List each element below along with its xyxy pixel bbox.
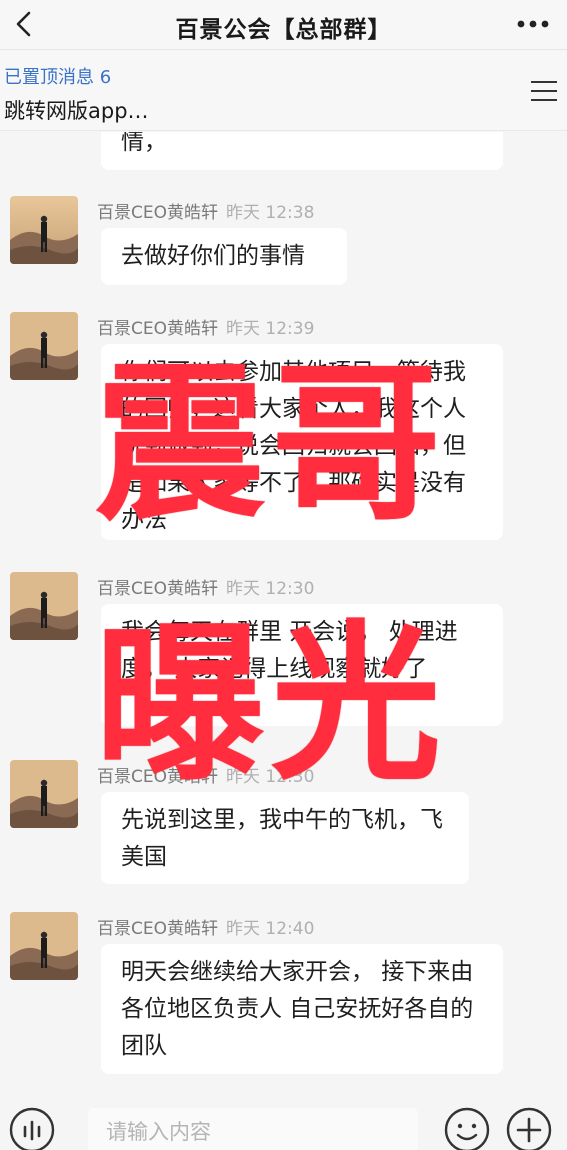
more-dots-icon[interactable] [513, 11, 553, 37]
message-time: 昨天 12:38 [226, 203, 315, 223]
message-meta: 百景CEO黄皓轩 昨天 12:38 [97, 198, 314, 223]
pinned-messages-bar[interactable]: 已置顶消息 6 跳转网版app… [0, 51, 567, 131]
avatar[interactable] [10, 312, 78, 380]
message-time: 昨天 12:30 [226, 767, 315, 787]
sender-name[interactable]: 百景CEO黄皓轩 [97, 579, 218, 599]
emoji-icon[interactable] [443, 1106, 491, 1150]
voice-icon[interactable] [8, 1106, 56, 1150]
sender-name[interactable]: 百景CEO黄皓轩 [97, 203, 218, 223]
message-text: 情， [121, 132, 167, 155]
message-meta: 百景CEO黄皓轩 昨天 12:39 [97, 314, 314, 339]
message-meta: 百景CEO黄皓轩 昨天 12:30 [97, 762, 314, 787]
avatar[interactable] [10, 572, 78, 640]
message-meta: 百景CEO黄皓轩 昨天 12:30 [97, 574, 314, 599]
message-text: 先说到这里，我中午的飞机，飞美国 [121, 807, 443, 870]
message-text: 明天会继续给大家开会， 接下来由各位地区负责人 自己安抚好各自的团队 [121, 959, 474, 1059]
message-text: 我会每天在群里 开会说， 处理进度， 大家记得上线观察就好了 [121, 619, 458, 682]
message-time: 昨天 12:40 [226, 919, 315, 939]
top-bar: 百景公会【总部群】 [0, 0, 567, 50]
message-bubble[interactable]: 明天会继续给大家开会， 接下来由各位地区负责人 自己安抚好各自的团队 [101, 944, 503, 1074]
message-text: 去做好你们的事情 [121, 243, 305, 269]
avatar[interactable] [10, 912, 78, 980]
avatar[interactable] [10, 760, 78, 828]
sender-name[interactable]: 百景CEO黄皓轩 [97, 767, 218, 787]
message-meta: 百景CEO黄皓轩 昨天 12:40 [97, 914, 314, 939]
message-bubble[interactable]: 情， [101, 132, 503, 170]
message-time: 昨天 12:39 [226, 319, 315, 339]
avatar[interactable] [10, 196, 78, 264]
message-time: 昨天 12:30 [226, 579, 315, 599]
chat-title: 百景公会【总部群】 [175, 17, 392, 43]
message-bubble[interactable]: 我会每天在群里 开会说， 处理进度， 大家记得上线观察就好了 [101, 604, 503, 726]
plus-icon[interactable] [505, 1106, 553, 1150]
chat-messages: 情， 百景CEO黄皓轩 昨天 12:38 去做好你们的事情 百景CEO黄皓轩 昨天 … [0, 132, 567, 1100]
message-bubble[interactable]: 你们可以去参加其他项目，等待我的回归，这看大家个人，我这个人说到做到，说会回归就… [101, 344, 503, 540]
input-bar [0, 1100, 567, 1150]
message-text: 你们可以去参加其他项目，等待我的回归，这看大家个人，我这个人说到做到，说会回归就… [121, 359, 466, 533]
sender-name[interactable]: 百景CEO黄皓轩 [97, 319, 218, 339]
pinned-count-label: 已置顶消息 6 [4, 67, 112, 88]
message-bubble[interactable]: 去做好你们的事情 [101, 228, 347, 285]
message-input[interactable] [88, 1108, 418, 1150]
pinned-message-text[interactable]: 跳转网版app… [4, 95, 149, 125]
sender-name[interactable]: 百景CEO黄皓轩 [97, 919, 218, 939]
hamburger-menu-icon[interactable] [529, 78, 559, 104]
message-bubble[interactable]: 先说到这里，我中午的飞机，飞美国 [101, 792, 469, 884]
